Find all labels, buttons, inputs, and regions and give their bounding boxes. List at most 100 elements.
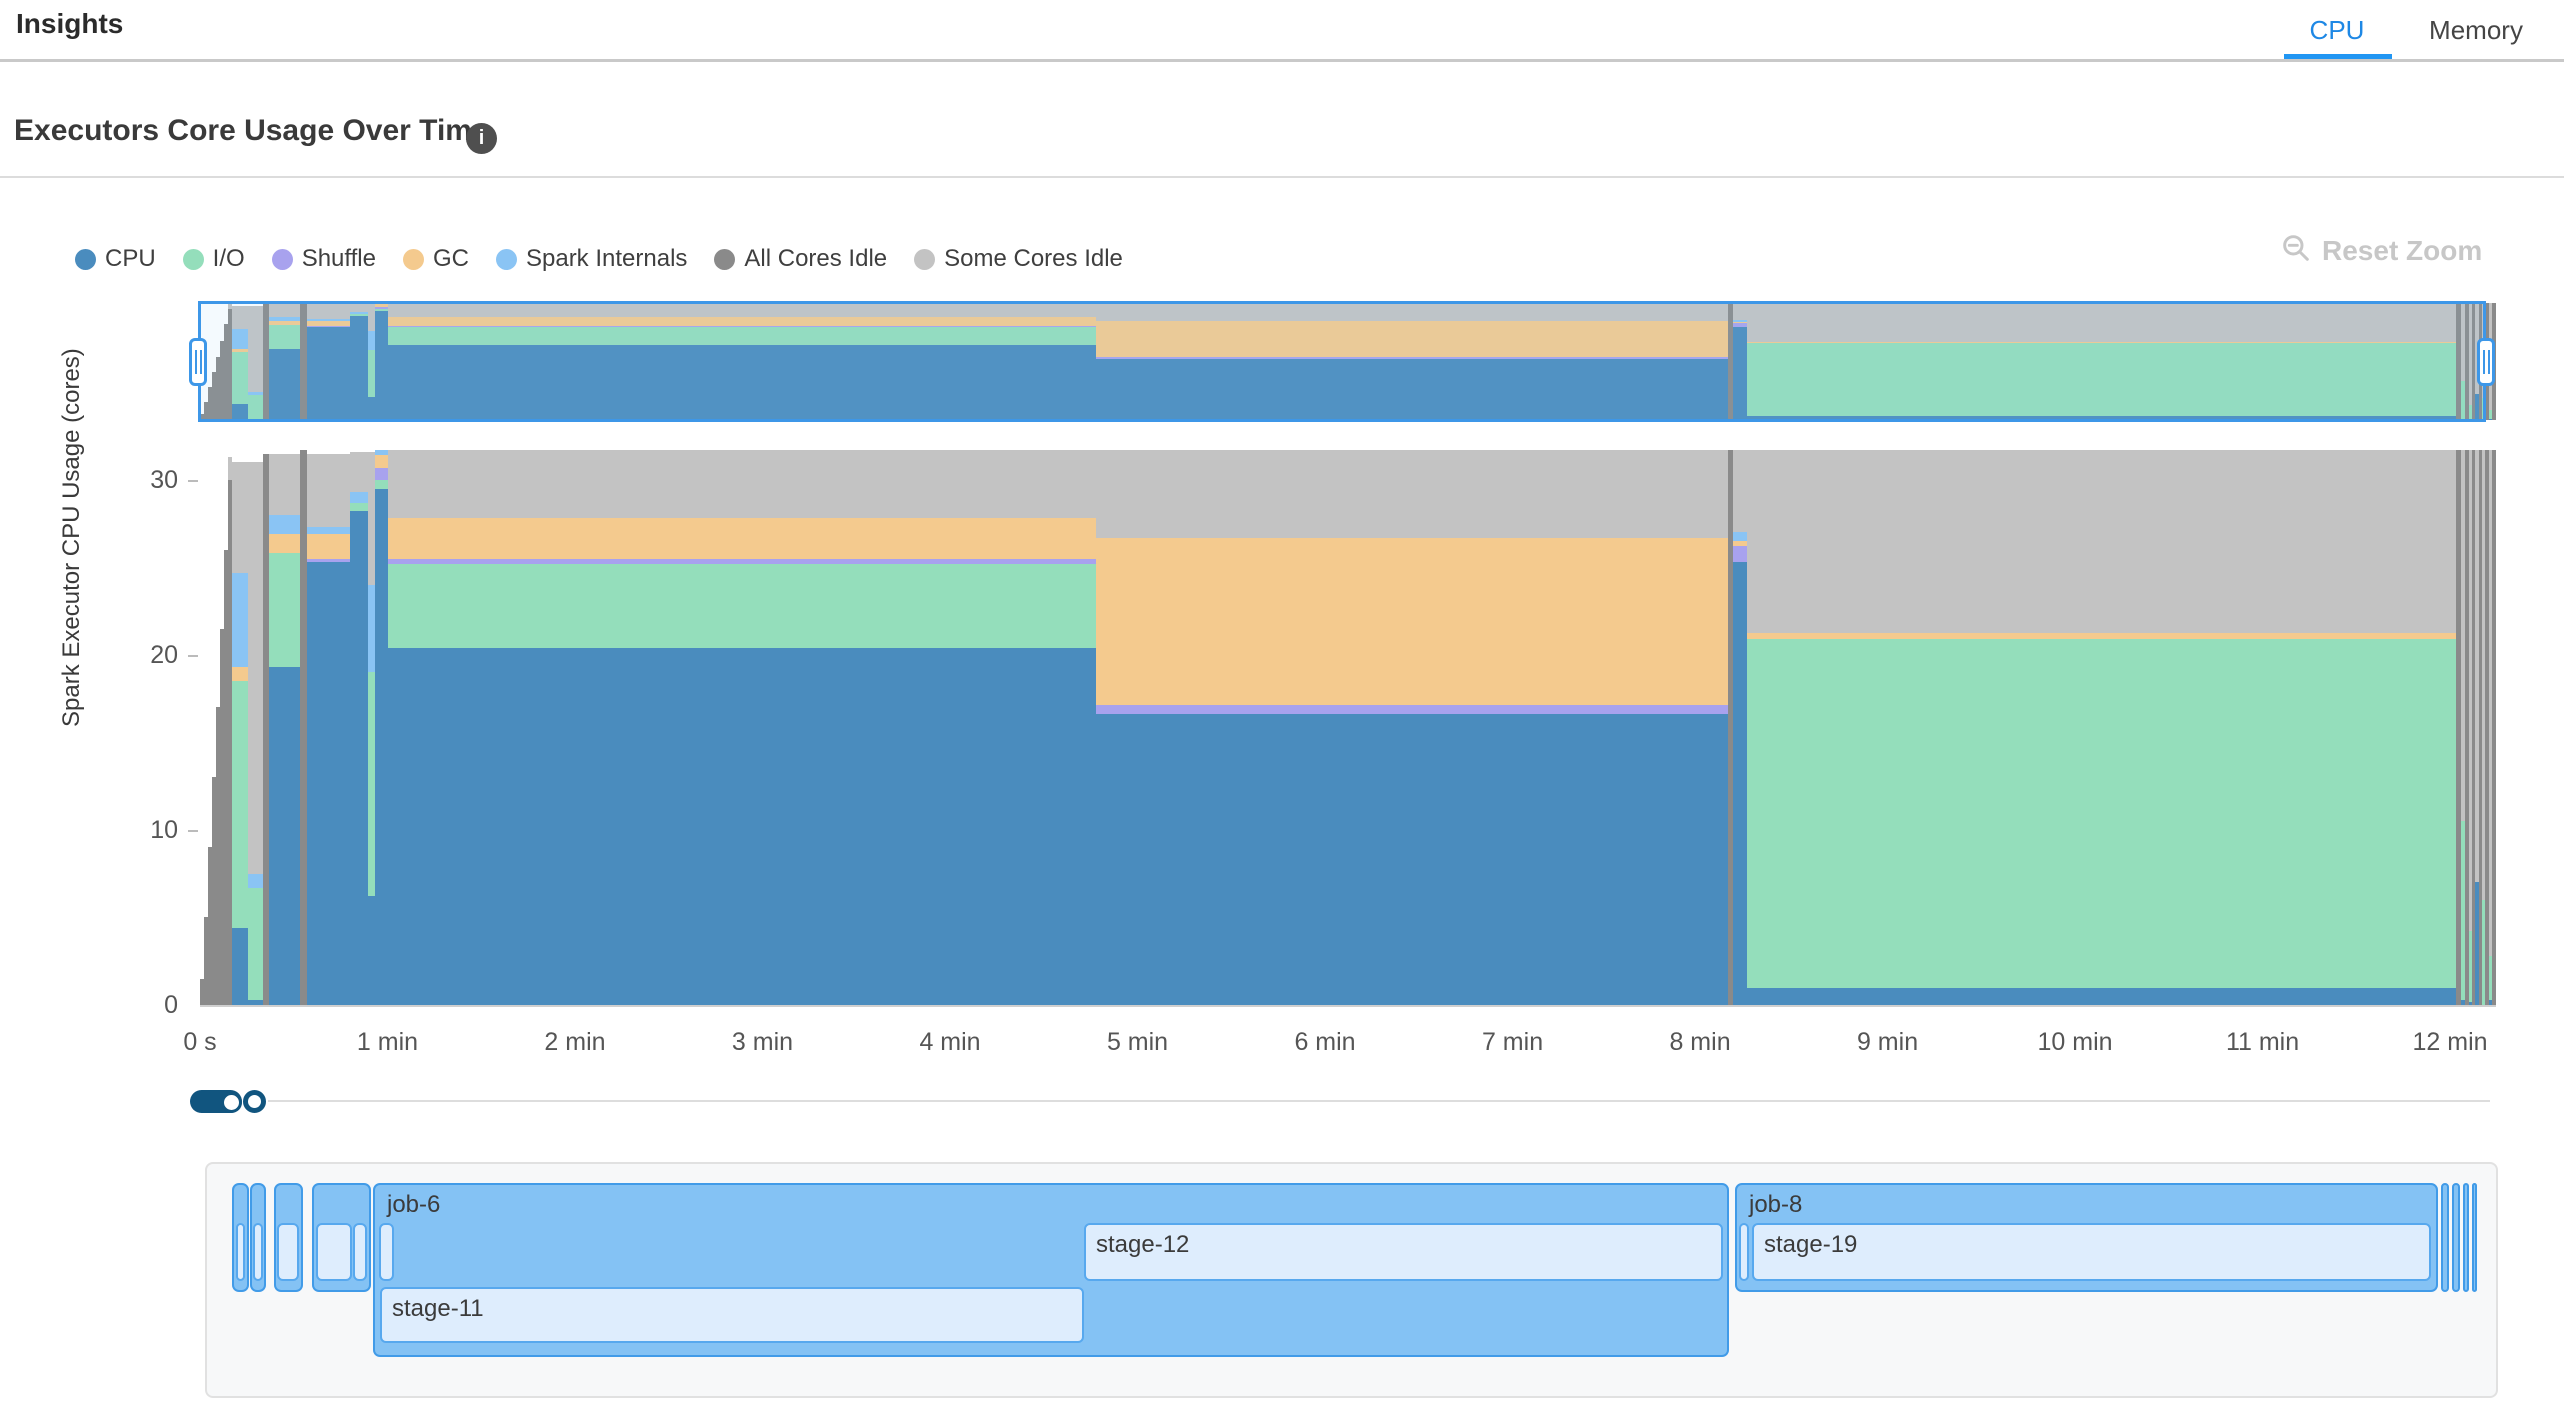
chart-segment-some_cores_idle: [232, 462, 248, 572]
chart-segment-all_cores_idle: [2492, 450, 2496, 1005]
legend-dot-io: [183, 249, 204, 270]
chart-segment-shuffle: [375, 468, 388, 480]
section-title: Executors Core Usage Over Time: [14, 114, 489, 148]
stage-label: stage-19: [1764, 1231, 1857, 1259]
chart-segment-io: [368, 672, 375, 896]
brush-handle-left[interactable]: [189, 338, 207, 386]
chart-segment-some_cores_idle: [368, 452, 375, 585]
chart-segment-cpu: [1733, 562, 1747, 1005]
stage-bar-stage-12[interactable]: stage-12: [1084, 1223, 1723, 1281]
chart-segment-gc: [307, 534, 350, 559]
job-bar[interactable]: [2452, 1183, 2460, 1292]
timeline-toggle-track: [268, 1100, 2490, 1102]
info-icon[interactable]: i: [466, 123, 497, 154]
chart-segment-io: [350, 503, 368, 512]
chart-segment-gc: [269, 534, 300, 553]
cpu-usage-chart[interactable]: [200, 450, 2496, 1005]
y-axis-tick-mark: [188, 480, 198, 482]
legend-item-cpu[interactable]: CPU: [75, 245, 156, 273]
stage-bar[interactable]: [236, 1223, 245, 1281]
job-bar[interactable]: [274, 1183, 303, 1292]
x-axis-tick-label: 7 min: [1482, 1028, 1543, 1057]
x-axis-tick-label: 0 s: [183, 1028, 216, 1057]
stage-bar[interactable]: [277, 1223, 299, 1281]
legend-dot-shuffle: [272, 249, 293, 270]
legend-item-shuffle[interactable]: Shuffle: [272, 245, 376, 273]
legend-item-io[interactable]: I/O: [183, 245, 245, 273]
stage-bar[interactable]: [379, 1223, 394, 1281]
stage-label: stage-12: [1096, 1231, 1189, 1259]
x-axis-tick-label: 5 min: [1107, 1028, 1168, 1057]
section-divider: [0, 176, 2564, 178]
chart-segment-some_cores_idle: [1747, 450, 2456, 633]
y-axis-tick-label: 10: [108, 816, 178, 845]
legend-dot-spark_internals: [496, 249, 517, 270]
chart-segment-gc: [232, 667, 248, 681]
chart-segment-cpu: [388, 648, 1096, 1005]
chart-segment-gc: [1096, 538, 1728, 705]
legend-item-spark_internals[interactable]: Spark Internals: [496, 245, 687, 273]
stage-bar[interactable]: [1739, 1223, 1749, 1281]
x-axis-line: [200, 1005, 2496, 1007]
page-title: Insights: [16, 8, 123, 40]
chart-segment-gc: [375, 455, 388, 467]
legend-label: Spark Internals: [526, 245, 687, 273]
job-bar-job-6[interactable]: job-6 stage-12 stage-11: [373, 1183, 1729, 1357]
chart-segment-io: [375, 480, 388, 489]
job-label: job-6: [387, 1191, 440, 1219]
chart-segment-cpu: [368, 896, 375, 1005]
chart-segment-io: [248, 888, 263, 1000]
legend-item-some_cores_idle[interactable]: Some Cores Idle: [914, 245, 1123, 273]
chart-segment-spark_internals: [232, 573, 248, 668]
job-bar[interactable]: [232, 1183, 249, 1292]
chart-segment-cpu: [269, 667, 300, 1005]
tab-cpu[interactable]: CPU: [2282, 10, 2392, 50]
stage-bar[interactable]: [253, 1223, 263, 1281]
chart-segment-shuffle: [307, 559, 350, 563]
stage-bar-stage-11[interactable]: stage-11: [380, 1287, 1084, 1343]
chart-segment-shuffle: [1733, 546, 1747, 562]
tab-memory[interactable]: Memory: [2406, 10, 2546, 50]
chart-segment-cpu: [375, 489, 388, 1005]
chart-segment-some_cores_idle: [269, 454, 300, 515]
job-bar[interactable]: [2472, 1183, 2477, 1292]
y-axis-tick-mark: [188, 655, 198, 657]
reset-zoom-button[interactable]: Reset Zoom: [2280, 232, 2482, 269]
chart-segment-spark_internals: [269, 515, 300, 534]
legend-item-gc[interactable]: GC: [403, 245, 469, 273]
job-bar[interactable]: [250, 1183, 266, 1292]
job-bar[interactable]: [2463, 1183, 2469, 1292]
chart-segment-spark_internals: [248, 874, 263, 888]
x-axis-tick-label: 2 min: [544, 1028, 605, 1057]
brush-selection[interactable]: [198, 301, 2486, 422]
chart-segment-some_cores_idle: [388, 450, 1096, 518]
legend-label: GC: [433, 245, 469, 273]
chart-segment-cpu: [1747, 988, 2456, 1006]
job-bar[interactable]: [2441, 1183, 2449, 1292]
chart-legend: CPU I/O Shuffle GC Spark Internals All Cores …: [75, 244, 1123, 274]
job-bar-job-8[interactable]: job-8 stage-19: [1735, 1183, 2438, 1292]
stage-bar[interactable]: [353, 1223, 367, 1281]
legend-item-all_cores_idle[interactable]: All Cores Idle: [714, 245, 887, 273]
brush-handle-right[interactable]: [2477, 338, 2495, 386]
y-axis-tick-label: 20: [108, 641, 178, 670]
chart-segment-spark_internals: [307, 527, 350, 534]
job-label: job-8: [1749, 1191, 1802, 1219]
chart-segment-cpu: [350, 511, 368, 1005]
chart-segment-spark_internals: [350, 492, 368, 503]
chart-segment-gc: [388, 518, 1096, 558]
job-bar[interactable]: [312, 1183, 371, 1292]
stage-bar[interactable]: [316, 1223, 352, 1281]
stage-label: stage-11: [392, 1295, 484, 1323]
timeline-toggle-ring[interactable]: [243, 1090, 266, 1113]
insights-page: Insights CPU Memory Executors Core Usage…: [0, 0, 2564, 1404]
x-axis-tick-label: 4 min: [919, 1028, 980, 1057]
chart-segment-io: [388, 564, 1096, 648]
chart-segment-cpu: [307, 562, 350, 1005]
legend-dot-cpu: [75, 249, 96, 270]
stage-bar-stage-19[interactable]: stage-19: [1752, 1223, 2431, 1281]
x-axis-tick-label: 6 min: [1294, 1028, 1355, 1057]
chart-segment-gc: [1747, 633, 2456, 639]
y-axis-tick-mark: [188, 830, 198, 832]
timeline-toggle-knob[interactable]: [221, 1092, 242, 1113]
